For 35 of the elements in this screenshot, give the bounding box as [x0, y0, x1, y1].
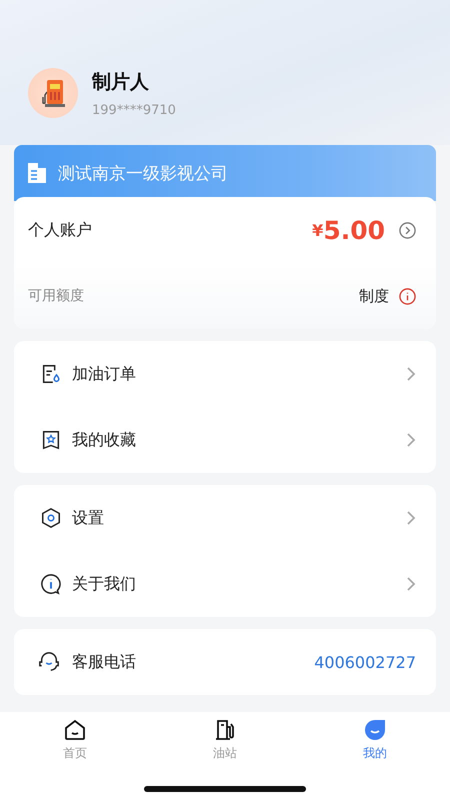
- phone-number: 199****9710: [92, 102, 176, 118]
- chevron-right-icon: [406, 366, 416, 382]
- fuel-pump-icon: [213, 718, 237, 742]
- menu-label: 关于我们: [72, 574, 137, 594]
- menu-label: 我的收藏: [72, 430, 137, 450]
- menu-item[interactable]: 设置: [14, 485, 436, 551]
- chevron-right-icon: [406, 510, 416, 526]
- service-phone-link[interactable]: 4006002727: [314, 652, 416, 672]
- menu-item[interactable]: 我的收藏: [14, 407, 436, 473]
- chevron-right-icon: [406, 432, 416, 448]
- credit-label: 可用额度: [28, 287, 85, 305]
- document-icon: [28, 163, 46, 183]
- info-bubble-icon: [40, 573, 62, 595]
- menu-item[interactable]: 加油订单: [14, 341, 436, 407]
- home-icon: [63, 718, 87, 742]
- menu-item[interactable]: 关于我们: [14, 551, 436, 617]
- chevron-right-icon: [406, 576, 416, 592]
- info-icon[interactable]: [399, 288, 416, 304]
- account-label: 个人账户: [28, 220, 93, 240]
- company-name: 测试南京一级影视公司: [58, 162, 228, 184]
- settings-icon: [40, 507, 62, 529]
- menu-label: 设置: [72, 508, 105, 528]
- headset-icon: [36, 651, 62, 673]
- menu-label: 加油订单: [72, 364, 137, 384]
- user-name: 制片人: [92, 70, 150, 94]
- smile-bubble-icon: [363, 718, 387, 742]
- service-label: 客服电话: [72, 652, 137, 672]
- tab[interactable]: 我的: [300, 718, 450, 762]
- avatar[interactable]: [28, 68, 78, 118]
- chevron-circle-icon[interactable]: [399, 222, 416, 238]
- order-list-icon: [40, 363, 62, 385]
- currency-symbol: ¥: [312, 220, 324, 240]
- balance-amount: 5.00: [323, 216, 385, 244]
- bookmark-star-icon: [40, 429, 62, 451]
- credit-value: 制度: [359, 286, 389, 306]
